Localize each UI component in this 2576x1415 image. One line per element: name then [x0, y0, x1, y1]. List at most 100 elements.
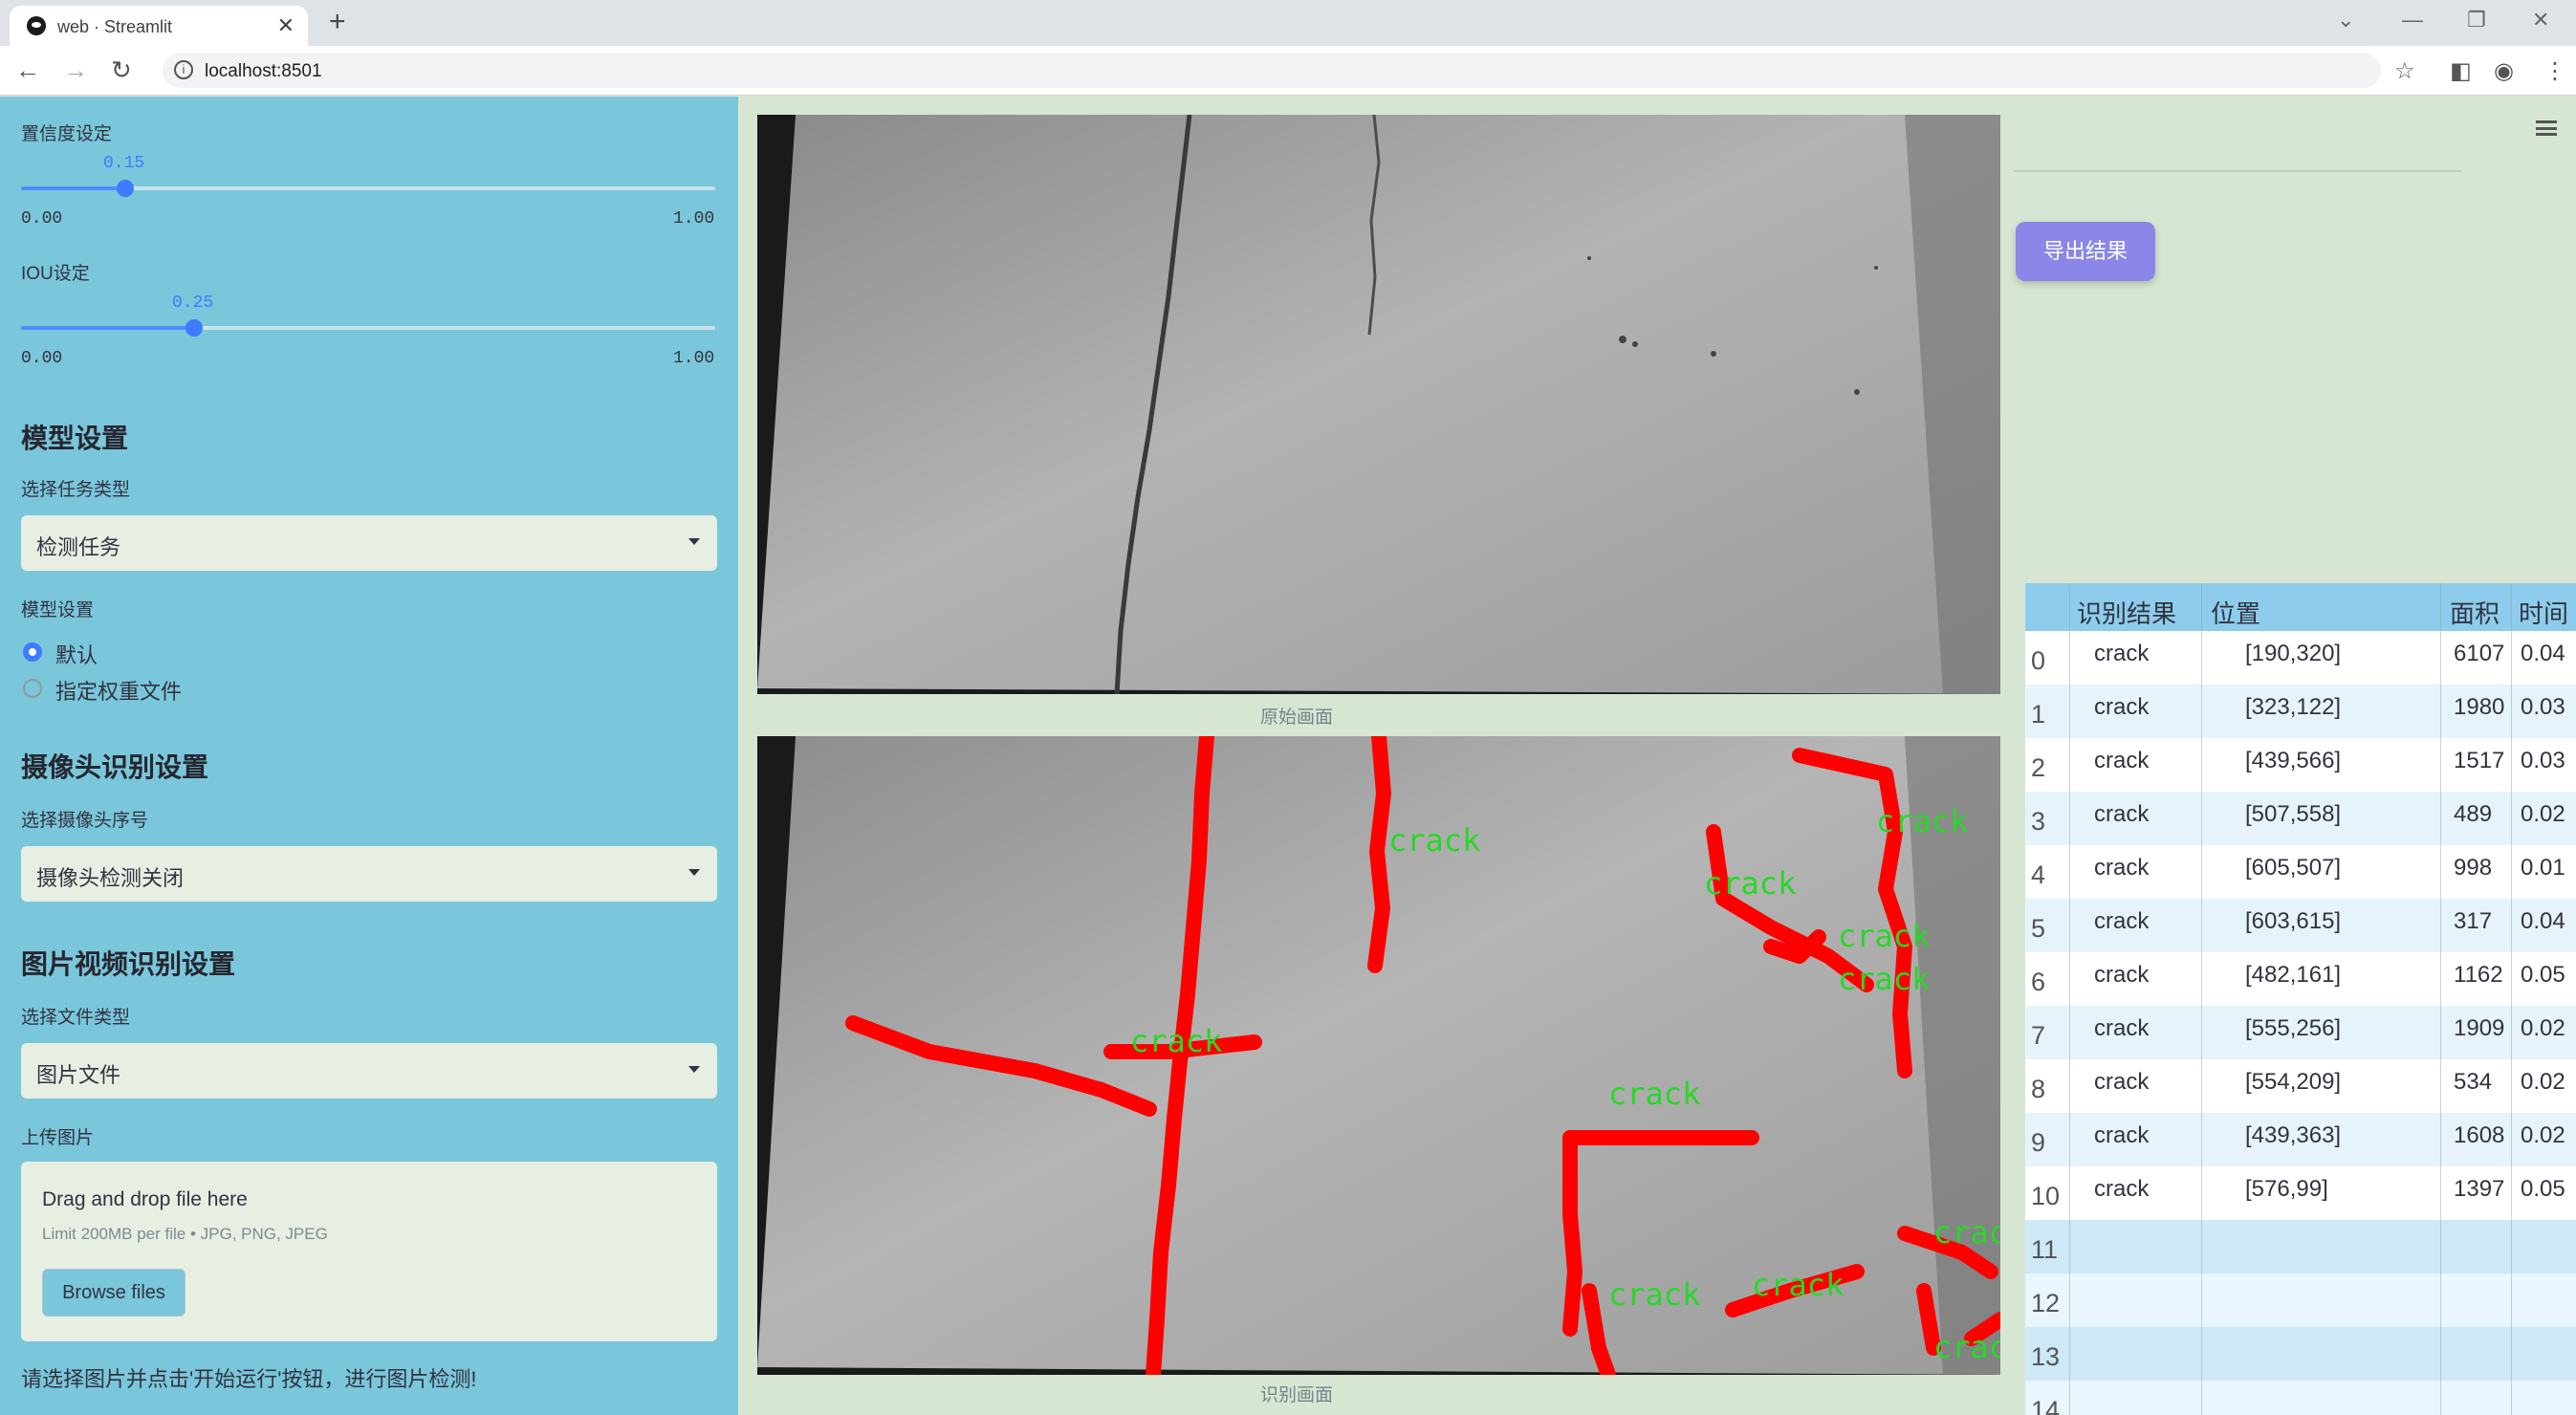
table-row[interactable]: 14: [2025, 1381, 2576, 1415]
confidence-slider-thumb[interactable]: [117, 180, 134, 197]
cell-position: [190,320]: [2245, 641, 2342, 666]
file-type-select[interactable]: 图片文件: [21, 1043, 717, 1099]
detection-label-1: crack: [1388, 822, 1480, 859]
radio-default-label[interactable]: 默认: [55, 639, 98, 669]
tab-title: web · Streamlit: [57, 17, 173, 36]
camera-index-select[interactable]: 摄像头检测关闭: [21, 846, 717, 902]
table-row[interactable]: 5 crack [603,615] 317 0.04: [2025, 899, 2576, 952]
table-row[interactable]: 6 crack [482,161] 1162 0.05: [2025, 952, 2576, 1006]
iou-max: 1.00: [673, 349, 715, 368]
row-index: 5: [2031, 914, 2046, 943]
radio-default[interactable]: [23, 642, 42, 662]
browse-files-button[interactable]: Browse files: [42, 1269, 186, 1317]
row-index: 9: [2031, 1128, 2046, 1157]
site-info-icon[interactable]: i: [174, 60, 193, 79]
instruction-text: 请选择图片并点击'开始运行'按钮，进行图片检测!: [21, 1367, 477, 1391]
browser-menu-icon[interactable]: ⋮: [2543, 57, 2566, 85]
table-row[interactable]: 13: [2025, 1327, 2576, 1381]
url-field[interactable]: i localhost:8501: [163, 54, 2381, 88]
row-index: 12: [2031, 1289, 2061, 1317]
restore-icon[interactable]: ❐: [2467, 8, 2486, 33]
table-row[interactable]: 10 crack [576,99] 1397 0.05: [2025, 1166, 2576, 1220]
detection-label-3: crack: [1876, 803, 1968, 839]
task-type-select[interactable]: 检测任务: [21, 515, 717, 571]
cell-area: 1980: [2454, 694, 2505, 720]
detection-label-6: crack: [1130, 1023, 1222, 1059]
table-row[interactable]: 9 crack [439,363] 1608 0.02: [2025, 1113, 2576, 1166]
cell-result: crack: [2094, 748, 2150, 773]
cell-position: [482,161]: [2245, 962, 2342, 988]
camera-index-value: 摄像头检测关闭: [36, 866, 185, 890]
cell-position: [323,122]: [2245, 694, 2342, 720]
iou-slider-thumb[interactable]: [186, 319, 203, 337]
detection-label-10: crack: [1933, 1214, 2000, 1251]
cell-result: crack: [2094, 1069, 2150, 1095]
header-result[interactable]: 识别结果: [2077, 595, 2176, 630]
cell-time: 0.02: [2521, 1069, 2565, 1095]
cell-area: 998: [2454, 855, 2493, 881]
profile-avatar-icon[interactable]: ◉: [2494, 57, 2514, 85]
cell-time: 0.04: [2521, 641, 2565, 666]
table-row[interactable]: 12: [2025, 1274, 2576, 1327]
bookmark-star-icon[interactable]: ☆: [2394, 57, 2415, 85]
tab-search-chevron-icon[interactable]: ⌄: [2337, 8, 2354, 33]
row-index: 2: [2031, 753, 2046, 782]
forward-icon[interactable]: →: [63, 55, 88, 85]
cell-position: [555,256]: [2245, 1015, 2342, 1041]
task-type-label: 选择任务类型: [21, 480, 131, 500]
cell-result: crack: [2094, 962, 2150, 988]
radio-custom-weights[interactable]: [23, 679, 42, 698]
table-row[interactable]: 8 crack [554,209] 534 0.02: [2025, 1059, 2576, 1113]
back-icon[interactable]: ←: [15, 55, 40, 85]
table-row[interactable]: 2 crack [439,566] 1517 0.03: [2025, 738, 2576, 792]
cell-result: crack: [2094, 1122, 2150, 1148]
table-row[interactable]: 0 crack [190,320] 6107 0.04: [2025, 631, 2576, 685]
table-row[interactable]: 7 crack [555,256] 1909 0.02: [2025, 1006, 2576, 1059]
cell-area: 6107: [2454, 641, 2505, 666]
header-position[interactable]: 位置: [2211, 595, 2260, 630]
browser-tab[interactable]: web · Streamlit ✕: [10, 6, 308, 46]
table-row[interactable]: 11: [2025, 1220, 2576, 1274]
row-index: 13: [2031, 1342, 2061, 1371]
row-index: 7: [2031, 1021, 2046, 1050]
new-tab-icon[interactable]: +: [329, 6, 346, 38]
cell-position: [439,566]: [2245, 748, 2342, 773]
detection-label-7: crack: [1608, 1076, 1700, 1112]
header-area[interactable]: 面积: [2450, 595, 2500, 630]
cell-time: 0.01: [2521, 855, 2565, 881]
export-results-button[interactable]: 导出结果: [2016, 222, 2155, 281]
cell-result: crack: [2094, 855, 2150, 881]
iou-value: 0.25: [172, 294, 214, 313]
results-table[interactable]: 识别结果 位置 面积 时间 0 crack [190,320] 6107 0.04 1 cr…: [2025, 583, 2576, 1415]
column-divider: [2440, 583, 2441, 1415]
table-row[interactable]: 3 crack [507,558] 489 0.02: [2025, 792, 2576, 845]
table-row[interactable]: 1 crack [323,122] 1980 0.03: [2025, 685, 2576, 738]
file-uploader-dropzone[interactable]: Drag and drop file here Limit 200MB per …: [21, 1162, 717, 1341]
cell-area: 534: [2454, 1069, 2493, 1095]
file-type-value: 图片文件: [36, 1063, 121, 1087]
column-divider: [2201, 583, 2202, 1415]
confidence-max: 1.00: [673, 209, 715, 229]
reload-icon[interactable]: ↻: [111, 55, 132, 85]
iou-min: 0.00: [21, 349, 63, 368]
window-close-icon[interactable]: ✕: [2532, 8, 2549, 33]
hamburger-menu-icon[interactable]: [2536, 120, 2557, 136]
confidence-min: 0.00: [21, 209, 63, 229]
radio-custom-weights-label[interactable]: 指定权重文件: [55, 675, 182, 706]
original-image-canvas: [757, 115, 2000, 694]
detection-label-11: crack: [1933, 1329, 2000, 1365]
original-image-caption: 原始画面: [1260, 708, 1334, 728]
cell-result: crack: [2094, 1015, 2150, 1041]
row-index: 11: [2031, 1235, 2059, 1264]
side-panel-icon[interactable]: ◧: [2450, 57, 2472, 85]
minimize-icon[interactable]: —: [2402, 8, 2423, 33]
cell-area: 1517: [2454, 748, 2505, 773]
detection-label-5: crack: [1838, 961, 1930, 997]
cell-position: [603,615]: [2245, 908, 2342, 934]
tab-close-icon[interactable]: ✕: [277, 13, 295, 38]
header-time[interactable]: 时间: [2519, 595, 2568, 630]
camera-index-label: 选择摄像头序号: [21, 811, 149, 831]
table-row[interactable]: 4 crack [605,507] 998 0.01: [2025, 845, 2576, 899]
cell-area: 1162: [2454, 962, 2503, 988]
url-text: localhost:8501: [205, 61, 322, 81]
